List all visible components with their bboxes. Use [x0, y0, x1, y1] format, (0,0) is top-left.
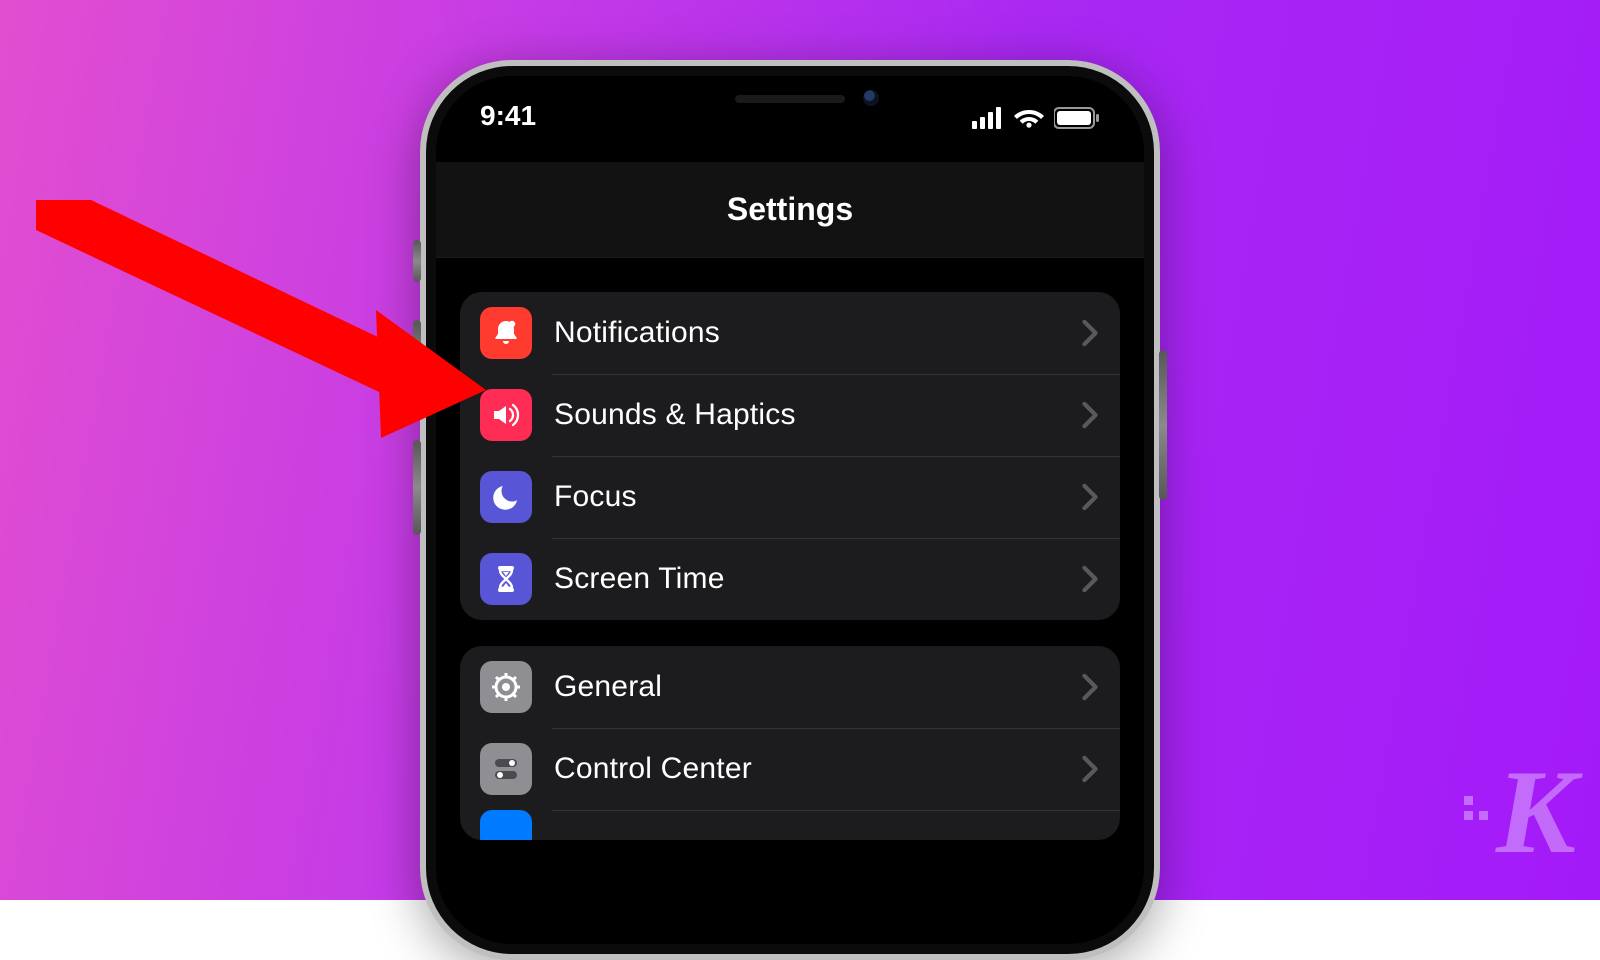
settings-row-partial[interactable]: [460, 810, 1120, 840]
chevron-right-icon: [1080, 673, 1100, 701]
earpiece-speaker: [735, 95, 845, 103]
row-label: Focus: [554, 480, 1080, 514]
settings-group: Notifications Sounds & Haptics: [460, 292, 1120, 620]
row-label: Screen Time: [554, 562, 1080, 596]
row-label: Control Center: [554, 752, 1080, 786]
volume-down-button: [413, 440, 421, 535]
watermark: K: [1464, 764, 1570, 860]
settings-row-sounds-haptics[interactable]: Sounds & Haptics: [460, 374, 1120, 456]
watermark-letter: K: [1496, 764, 1570, 860]
gear-icon: [480, 661, 532, 713]
toggles-icon: [480, 743, 532, 795]
speaker-icon: [480, 389, 532, 441]
settings-content: Notifications Sounds & Haptics: [436, 266, 1144, 944]
settings-row-focus[interactable]: Focus: [460, 456, 1120, 538]
battery-icon: [1054, 107, 1100, 129]
power-button: [1159, 350, 1167, 500]
status-time: 9:41: [480, 100, 536, 136]
wifi-icon: [1014, 107, 1044, 129]
settings-row-control-center[interactable]: Control Center: [460, 728, 1120, 810]
chevron-right-icon: [1080, 755, 1100, 783]
mute-switch: [413, 240, 421, 282]
chevron-right-icon: [1080, 401, 1100, 429]
hourglass-icon: [480, 553, 532, 605]
front-camera: [863, 90, 879, 106]
display-icon: [480, 810, 532, 840]
navigation-bar: Settings: [436, 162, 1144, 258]
page-title: Settings: [727, 191, 853, 228]
volume-up-button: [413, 320, 421, 415]
phone-screen: 9:41 Settings: [436, 76, 1144, 944]
row-label: Notifications: [554, 316, 1080, 350]
chevron-right-icon: [1080, 319, 1100, 347]
settings-row-notifications[interactable]: Notifications: [460, 292, 1120, 374]
settings-row-general[interactable]: General: [460, 646, 1120, 728]
row-label: Sounds & Haptics: [554, 398, 1080, 432]
chevron-right-icon: [1080, 565, 1100, 593]
settings-row-screen-time[interactable]: Screen Time: [460, 538, 1120, 620]
bell-icon: [480, 307, 532, 359]
notch: [635, 76, 945, 122]
chevron-right-icon: [1080, 483, 1100, 511]
cellular-icon: [972, 107, 1004, 129]
row-label: General: [554, 670, 1080, 704]
watermark-dots: [1464, 796, 1488, 820]
phone-frame: 9:41 Settings: [420, 60, 1160, 960]
settings-group: General Control Center: [460, 646, 1120, 840]
moon-icon: [480, 471, 532, 523]
